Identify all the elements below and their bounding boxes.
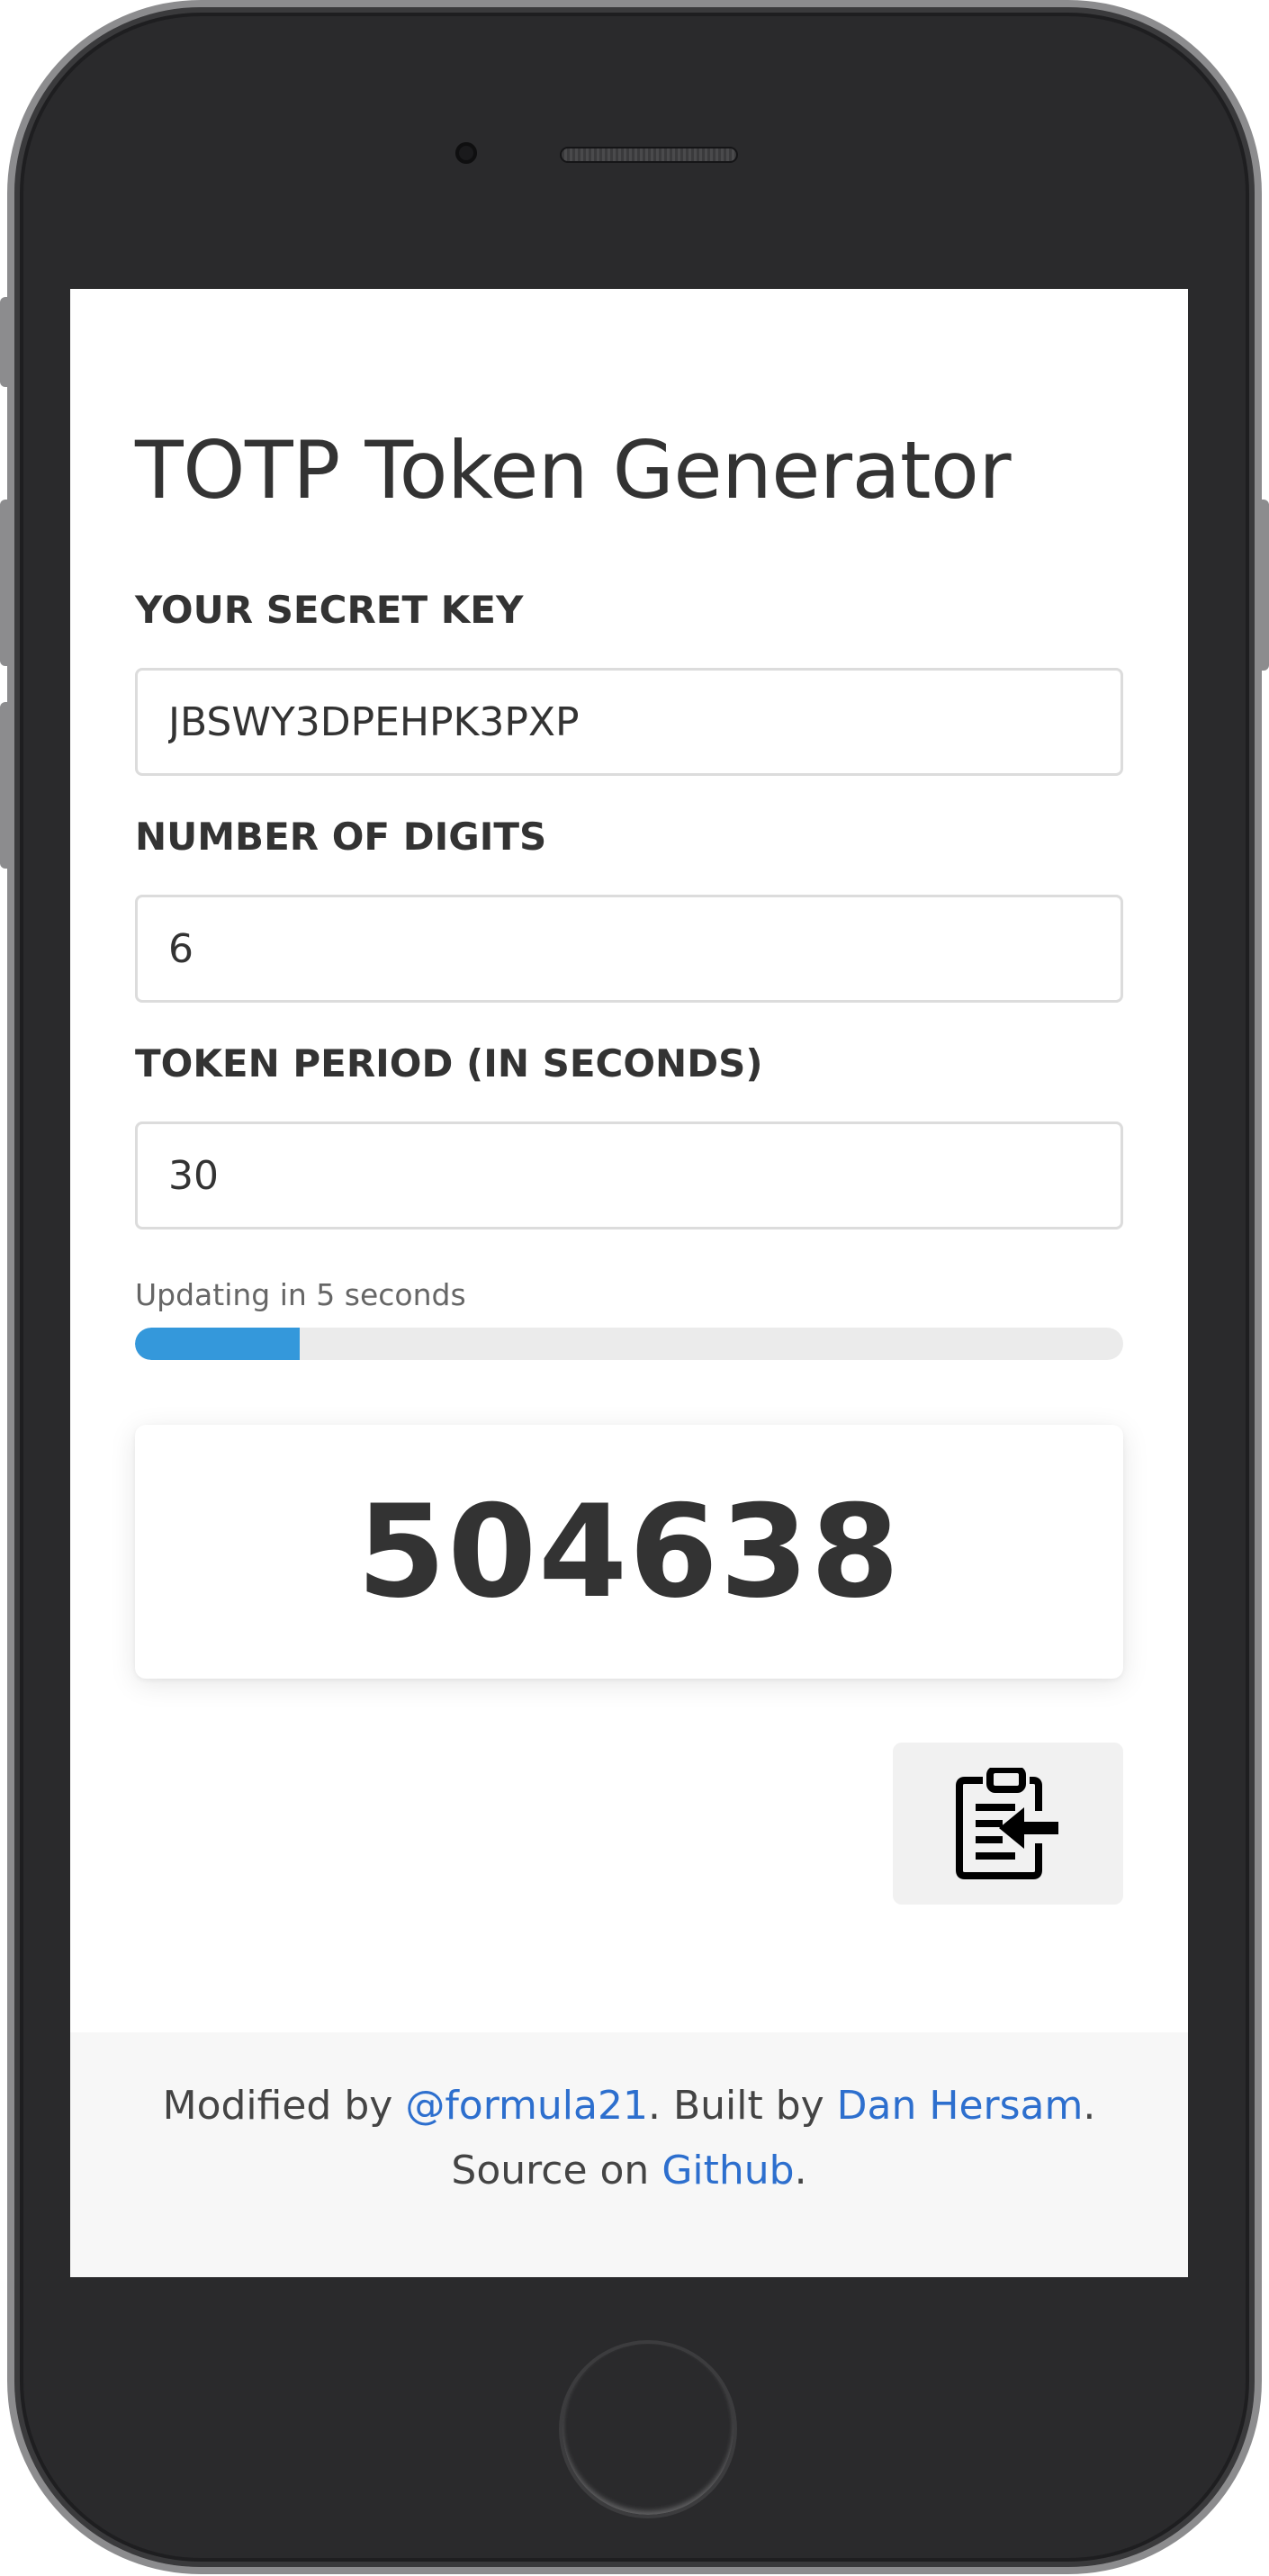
countdown-progress-fill bbox=[135, 1328, 301, 1360]
footer-source-suffix: . bbox=[794, 2148, 807, 2193]
digits-label: NUMBER OF DIGITS bbox=[135, 815, 547, 859]
copy-token-button[interactable] bbox=[893, 1743, 1123, 1905]
token-card: 504638 bbox=[135, 1425, 1123, 1679]
page-title: TOTP Token Generator bbox=[135, 424, 1012, 517]
footer: Modified by @formula21. Built by Dan Her… bbox=[70, 2032, 1188, 2277]
clipboard-copy-icon bbox=[956, 1768, 1058, 1879]
formula21-link[interactable]: @formula21 bbox=[405, 2083, 648, 2129]
period-input[interactable] bbox=[135, 1121, 1123, 1229]
footer-source-text: Source on bbox=[451, 2148, 662, 2193]
footer-credits-line: Modified by @formula21. Built by Dan Her… bbox=[70, 2074, 1188, 2139]
dan-hersam-link[interactable]: Dan Hersam bbox=[837, 2083, 1084, 2129]
volume-down-button bbox=[0, 702, 13, 869]
countdown-text: Updating in 5 seconds bbox=[135, 1277, 466, 1312]
secret-key-label: YOUR SECRET KEY bbox=[135, 588, 524, 632]
front-camera bbox=[455, 142, 477, 164]
countdown-progress-bar bbox=[135, 1328, 1123, 1360]
footer-source-line: Source on Github. bbox=[70, 2139, 1188, 2203]
footer-built-suffix: . bbox=[1083, 2083, 1096, 2129]
earpiece-speaker bbox=[560, 147, 738, 163]
power-button bbox=[1256, 500, 1269, 671]
screen: TOTP Token Generator YOUR SECRET KEY NUM… bbox=[70, 289, 1188, 2277]
period-label: TOKEN PERIOD (IN SECONDS) bbox=[135, 1041, 763, 1085]
github-link[interactable]: Github bbox=[662, 2148, 794, 2193]
volume-up-button bbox=[0, 500, 13, 666]
mute-switch bbox=[0, 297, 13, 387]
footer-built-text: . Built by bbox=[647, 2083, 837, 2129]
token-value: 504638 bbox=[356, 1477, 902, 1626]
home-button[interactable] bbox=[559, 2340, 737, 2518]
secret-key-input[interactable] bbox=[135, 668, 1123, 776]
footer-modified-text: Modified by bbox=[162, 2083, 406, 2129]
digits-input[interactable] bbox=[135, 895, 1123, 1003]
